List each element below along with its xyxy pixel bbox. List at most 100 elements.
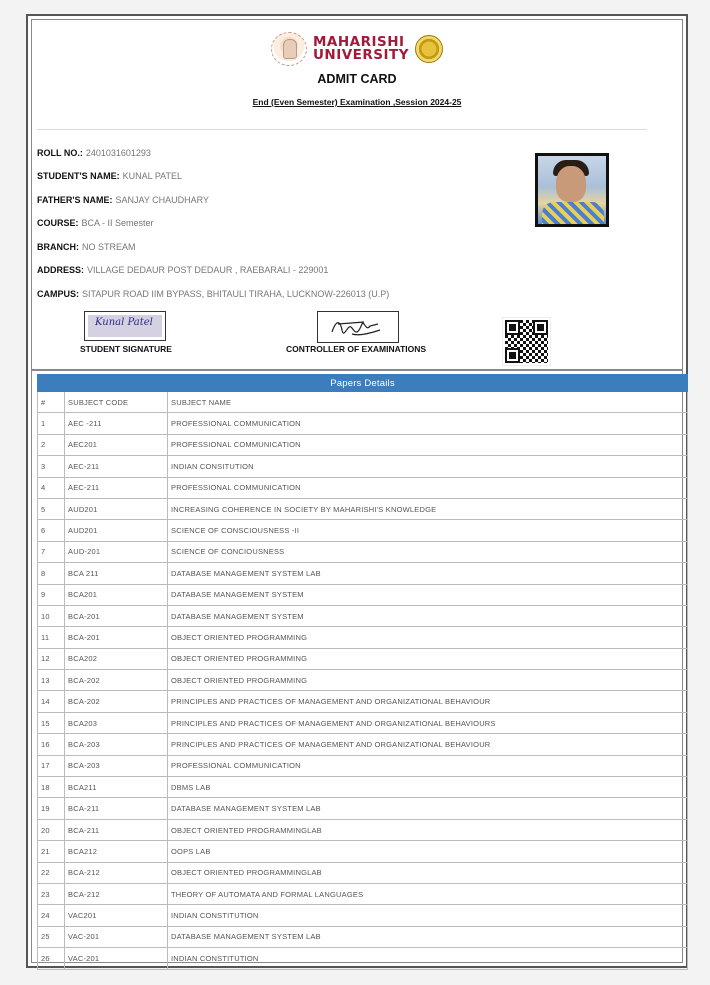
subject-code-cell: BCA212 xyxy=(64,840,168,863)
subject-name-cell: OOPS LAB xyxy=(167,840,688,863)
course-value: BCA - II Semester xyxy=(81,218,154,228)
row-number-cell: 11 xyxy=(37,626,65,649)
row-number-cell: 13 xyxy=(37,669,65,692)
table-row: 2 AEC201 PROFESSIONAL COMMUNICATION xyxy=(37,433,688,457)
father-name-row: FATHER'S NAME: SANJAY CHAUDHARY xyxy=(37,195,209,205)
student-name-value: KUNAL PATEL xyxy=(122,171,182,181)
table-row: 19 BCA-211 DATABASE MANAGEMENT SYSTEM LAB xyxy=(37,797,688,820)
branch-value: NO STREAM xyxy=(82,242,136,252)
subject-code-cell: BCA-203 xyxy=(64,733,168,756)
subject-name-cell: DATABASE MANAGEMENT SYSTEM LAB xyxy=(167,925,688,949)
subject-code-cell: AEC201 xyxy=(64,433,168,457)
subject-name-cell: INDIAN CONSTITUTION xyxy=(167,904,688,927)
table-row: 17 BCA-203 PROFESSIONAL COMMUNICATION xyxy=(37,754,688,778)
branch-label: BRANCH: xyxy=(37,242,79,252)
address-row: ADDRESS: VILLAGE DEDAUR POST DEDAUR , RAE… xyxy=(37,265,328,275)
subject-name-cell: INDIAN CONSTITUTION xyxy=(167,947,688,970)
subject-name-cell: DATABASE MANAGEMENT SYSTEM LAB xyxy=(167,797,688,820)
admit-card-inner: MAHARISHI UNIVERSITY ADMIT CARD End (Eve… xyxy=(31,19,688,970)
row-number-cell: 12 xyxy=(37,647,65,671)
university-seal-icon xyxy=(415,35,444,63)
row-number-cell: 15 xyxy=(37,711,65,735)
subject-name-cell: DBMS LAB xyxy=(167,776,688,799)
course-row: COURSE: BCA - II Semester xyxy=(37,218,154,228)
subject-name-cell: PRINCIPLES AND PRACTICES OF MANAGEMENT A… xyxy=(167,711,688,735)
table-row: 16 BCA-203 PRINCIPLES AND PRACTICES OF MAN… xyxy=(37,733,688,756)
row-number-cell: 14 xyxy=(37,690,65,713)
subject-code-cell: BCA-201 xyxy=(64,626,168,649)
roll-number-row: ROLL NO.: 2401031601293 xyxy=(37,148,151,158)
table-row: 9 BCA201 DATABASE MANAGEMENT SYSTEM xyxy=(37,583,688,606)
subject-code-cell: BCA-211 xyxy=(64,818,168,842)
table-row: 25 VAC-201 DATABASE MANAGEMENT SYSTEM LAB xyxy=(37,925,688,949)
subject-name-cell: OBJECT ORIENTED PROGRAMMINGLAB xyxy=(167,861,688,884)
row-number-cell: 26 xyxy=(37,947,65,970)
row-number-cell: 2 xyxy=(37,433,65,457)
subject-code-cell: VAC-201 xyxy=(64,947,168,970)
row-number-cell: 16 xyxy=(37,733,65,756)
papers-table-caption: Papers Details xyxy=(37,374,688,392)
subject-name-cell: INDIAN CONSITUTION xyxy=(167,455,688,478)
subject-code-cell: AEC-211 xyxy=(64,455,168,478)
table-row: 10 BCA-201 DATABASE MANAGEMENT SYSTEM xyxy=(37,604,688,628)
campus-row: CAMPUS: SITAPUR ROAD IIM BYPASS, BHITAULI… xyxy=(37,289,389,299)
subject-name-cell: PROFESSIONAL COMMUNICATION xyxy=(167,476,688,499)
table-row: 14 BCA-202 PRINCIPLES AND PRACTICES OF MAN… xyxy=(37,690,688,713)
controller-signature-image xyxy=(317,311,399,343)
row-number-cell: 4 xyxy=(37,476,65,499)
roll-value: 2401031601293 xyxy=(85,148,151,158)
subject-code-cell: VAC201 xyxy=(64,904,168,927)
subject-code-cell: BCA202 xyxy=(64,647,168,671)
father-name-value: SANJAY CHAUDHARY xyxy=(115,195,210,205)
subject-name-cell: PROFESSIONAL COMMUNICATION xyxy=(167,754,688,778)
row-number-cell: 7 xyxy=(37,540,65,564)
subject-name-cell: PROFESSIONAL COMMUNICATION xyxy=(167,433,688,457)
table-row: 5 AUD201 INCREASING COHERENCE IN SOCIETY B… xyxy=(37,497,688,521)
row-number-cell: 25 xyxy=(37,925,65,949)
subject-code-cell: AUD201 xyxy=(64,519,168,542)
table-row: 7 AUD-201 SCIENCE OF CONCIOUSNESS xyxy=(37,540,688,564)
table-row: 11 BCA-201 OBJECT ORIENTED PROGRAMMING xyxy=(37,626,688,649)
table-row: 13 BCA-202 OBJECT ORIENTED PROGRAMMING xyxy=(37,669,688,692)
table-row: 24 VAC201 INDIAN CONSTITUTION xyxy=(37,904,688,927)
subject-name-cell: PROFESSIONAL COMMUNICATION xyxy=(167,412,688,435)
roll-label: ROLL NO.: xyxy=(37,148,83,158)
row-number-cell: 5 xyxy=(37,497,65,521)
address-value: VILLAGE DEDAUR POST DEDAUR , RAEBARALI -… xyxy=(87,265,329,275)
subject-name-cell: OBJECT ORIENTED PROGRAMMING xyxy=(167,669,688,692)
row-number-cell: 10 xyxy=(37,604,65,628)
student-name-row: STUDENT'S NAME: KUNAL PATEL xyxy=(37,171,182,181)
subject-code-cell: BCA 211 xyxy=(64,562,168,585)
page-title: ADMIT CARD xyxy=(317,72,397,86)
admit-card: MAHARISHI UNIVERSITY ADMIT CARD End (Eve… xyxy=(26,14,688,970)
photo-shirt xyxy=(542,202,604,224)
row-number-cell: 24 xyxy=(37,904,65,927)
table-row: 18 BCA211 DBMS LAB xyxy=(37,776,688,799)
subject-code-cell: BCA-212 xyxy=(64,861,168,884)
table-row: 23 BCA-212 THEORY OF AUTOMATA AND FORMAL L… xyxy=(37,882,688,906)
student-signature-script: Kunal Patel xyxy=(95,317,153,328)
row-number-cell: 21 xyxy=(37,840,65,863)
subject-name-cell: INCREASING COHERENCE IN SOCIETY BY MAHAR… xyxy=(167,497,688,521)
table-row: 12 BCA202 OBJECT ORIENTED PROGRAMMING xyxy=(37,647,688,671)
branch-row: BRANCH: NO STREAM xyxy=(37,242,136,252)
subject-code-cell: BCA-201 xyxy=(64,604,168,628)
subject-name-cell: OBJECT ORIENTED PROGRAMMING xyxy=(167,647,688,671)
subject-code-cell: AUD-201 xyxy=(64,540,168,564)
table-row: 4 AEC-211 PROFESSIONAL COMMUNICATION xyxy=(37,476,688,499)
subject-code-cell: AUD201 xyxy=(64,497,168,521)
controller-signature-scribble-icon xyxy=(331,321,381,336)
subject-code-cell: BCA-202 xyxy=(64,669,168,692)
logo-line-2: UNIVERSITY xyxy=(312,47,410,63)
subject-name-cell: OBJECT ORIENTED PROGRAMMINGLAB xyxy=(167,818,688,842)
subject-code-cell: BCA-203 xyxy=(64,754,168,778)
column-header-number: # xyxy=(37,390,65,414)
row-number-cell: 22 xyxy=(37,861,65,884)
row-number-cell: 8 xyxy=(37,562,65,585)
student-photo-image xyxy=(538,156,606,224)
table-row: 15 BCA203 PRINCIPLES AND PRACTICES OF MANA… xyxy=(37,711,688,735)
table-row: 1 AEC -211 PROFESSIONAL COMMUNICATION xyxy=(37,412,688,435)
logo-text: MAHARISHI UNIVERSITY xyxy=(312,35,410,63)
subject-code-cell: AEC-211 xyxy=(64,476,168,499)
table-row: 21 BCA212 OOPS LAB xyxy=(37,840,688,863)
